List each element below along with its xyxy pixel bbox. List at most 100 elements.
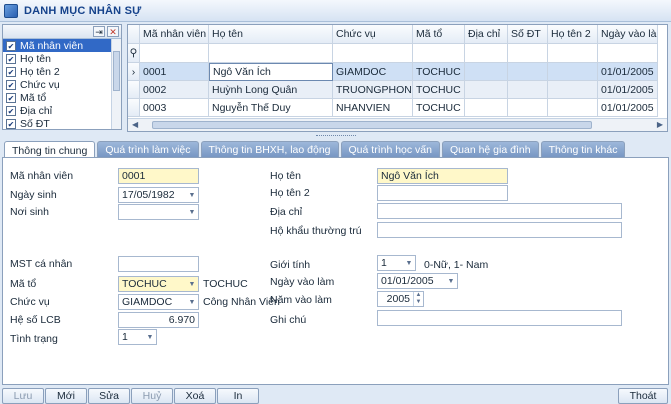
gioi-tinh-field[interactable]: 1 ▼ xyxy=(377,255,416,271)
grid-cell[interactable]: 0002 xyxy=(140,81,209,99)
grid-cell[interactable]: 0003 xyxy=(140,99,209,117)
tab-2[interactable]: Thông tin BHXH, lao động xyxy=(200,141,339,158)
tab-5[interactable]: Thông tin khác xyxy=(540,141,626,158)
checkbox-icon[interactable]: ✔ xyxy=(6,66,16,77)
close-icon[interactable]: ✕ xyxy=(107,26,119,37)
tab-1[interactable]: Quá trình làm việc xyxy=(97,141,199,158)
checkbox-icon[interactable]: ✔ xyxy=(6,40,16,51)
grid-cell[interactable] xyxy=(465,81,508,99)
grid-cell[interactable]: NHANVIEN xyxy=(333,99,413,117)
column-chooser-item[interactable]: ✔ Địa chỉ xyxy=(3,104,121,117)
chevron-down-icon[interactable]: ▼ xyxy=(186,188,198,202)
column-chooser-item[interactable]: ✔ Chức vụ xyxy=(3,78,121,91)
tab-3[interactable]: Quá trình học vấn xyxy=(340,141,440,158)
filter-cell[interactable] xyxy=(209,44,333,63)
grid-header-row[interactable]: Mã nhân viên Họ tên Chức vụ Mã tổ Địa chỉ Số … xyxy=(128,25,658,44)
column-chooser-item[interactable]: ✔ Họ tên 2 xyxy=(3,65,121,78)
grid-horizontal-scrollbar[interactable]: ◀ ▶ xyxy=(128,118,667,131)
chevron-down-icon[interactable]: ▼ xyxy=(186,277,198,291)
new-button[interactable]: Mới xyxy=(45,388,87,404)
filter-cell[interactable] xyxy=(508,44,548,63)
column-header[interactable]: Họ tên 2 xyxy=(548,25,598,44)
grid-cell[interactable]: TOCHUC xyxy=(413,81,465,99)
scroll-thumb[interactable] xyxy=(152,121,592,129)
save-button[interactable]: Lưu xyxy=(2,388,44,404)
grid-cell[interactable]: 01/01/2005 xyxy=(598,81,658,99)
checkbox-icon[interactable]: ✔ xyxy=(6,118,16,129)
column-chooser-scrollbar[interactable] xyxy=(111,39,121,129)
delete-button[interactable]: Xoá xyxy=(174,388,216,404)
column-header[interactable]: Họ tên xyxy=(209,25,333,44)
column-header[interactable]: Số ĐT xyxy=(508,25,548,44)
tab-4[interactable]: Quan hệ gia đình xyxy=(441,141,539,158)
grid-cell[interactable] xyxy=(548,81,598,99)
ho-khau-field[interactable] xyxy=(377,222,622,238)
table-row[interactable]: 0003 Nguyễn Thế Duy NHANVIEN TOCHUC 01/01/20… xyxy=(128,99,658,117)
grid-cell[interactable]: TOCHUC xyxy=(413,99,465,117)
column-header[interactable]: Mã nhân viên xyxy=(140,25,209,44)
filter-cell[interactable] xyxy=(598,44,658,63)
column-header[interactable]: Mã tổ xyxy=(413,25,465,44)
grid-cell[interactable] xyxy=(548,63,598,81)
checkbox-icon[interactable]: ✔ xyxy=(6,92,16,103)
dock-icon[interactable]: ⇥ xyxy=(93,26,105,37)
chuc-vu-field[interactable]: GIAMDOC ▼ xyxy=(118,294,199,310)
column-chooser-item[interactable]: ✔ Họ tên xyxy=(3,52,121,65)
ma-nhan-vien-field[interactable]: 0001 xyxy=(118,168,199,184)
ngay-sinh-field[interactable]: 17/05/1982 ▼ xyxy=(118,187,199,203)
table-row[interactable]: 0002 Huỳnh Long Quân TRUONGPHONG TOCHUC 01/0… xyxy=(128,81,658,99)
ngay-vao-lam-field[interactable]: 01/01/2005 ▼ xyxy=(377,273,458,289)
exit-button[interactable]: Thoát xyxy=(618,388,668,404)
scroll-left-icon[interactable]: ◀ xyxy=(132,120,138,129)
grid-cell[interactable]: Nguyễn Thế Duy xyxy=(209,99,333,117)
grid-cell[interactable] xyxy=(508,81,548,99)
grid-cell[interactable] xyxy=(548,99,598,117)
he-so-field[interactable]: 6.970 xyxy=(118,312,199,328)
filter-cell[interactable] xyxy=(413,44,465,63)
column-chooser-item[interactable]: ✔ Số ĐT xyxy=(3,117,121,130)
spin-icon[interactable]: ▲ ▼ xyxy=(413,292,423,306)
grid-cell[interactable] xyxy=(508,99,548,117)
column-header[interactable]: Chức vụ xyxy=(333,25,413,44)
dia-chi-field[interactable] xyxy=(377,203,622,219)
filter-cell[interactable] xyxy=(140,44,209,63)
grid-cell[interactable]: 01/01/2005 xyxy=(598,99,658,117)
checkbox-icon[interactable]: ✔ xyxy=(6,53,16,64)
cancel-button[interactable]: Huỷ xyxy=(131,388,173,404)
grid-cell[interactable]: Ngô Văn Ích xyxy=(209,63,333,81)
chevron-down-icon[interactable]: ▼ xyxy=(186,205,198,219)
chevron-down-icon[interactable]: ▼ xyxy=(144,330,156,344)
column-chooser-item[interactable]: ✔ Mã nhân viên xyxy=(3,39,121,52)
filter-cell[interactable] xyxy=(548,44,598,63)
grid-cell[interactable]: TOCHUC xyxy=(413,63,465,81)
checkbox-icon[interactable]: ✔ xyxy=(6,105,16,116)
splitter-handle[interactable] xyxy=(0,133,671,138)
grid-cell[interactable] xyxy=(508,63,548,81)
grid-cell[interactable] xyxy=(465,99,508,117)
column-header[interactable]: Ngày vào làm xyxy=(598,25,658,44)
grid-cell[interactable]: Huỳnh Long Quân xyxy=(209,81,333,99)
chevron-down-icon[interactable]: ▼ xyxy=(403,256,415,270)
nam-vao-lam-field[interactable]: 2005 ▲ ▼ xyxy=(377,291,424,307)
grid-cell[interactable]: GIAMDOC xyxy=(333,63,413,81)
grid-cell[interactable]: 0001 xyxy=(140,63,209,81)
ma-to-field[interactable]: TOCHUC ▼ xyxy=(118,276,199,292)
table-row[interactable]: › 0001 Ngô Văn Ích GIAMDOC TOCHUC 01/01/2005 xyxy=(128,63,658,81)
ho-ten-field[interactable]: Ngô Văn Ích xyxy=(377,168,508,184)
edit-button[interactable]: Sửa xyxy=(88,388,130,404)
chevron-down-icon[interactable]: ▼ xyxy=(186,295,198,309)
column-header[interactable]: Địa chỉ xyxy=(465,25,508,44)
filter-cell[interactable] xyxy=(465,44,508,63)
column-chooser-item[interactable]: ✔ Mã tổ xyxy=(3,91,121,104)
grid-cell[interactable] xyxy=(465,63,508,81)
checkbox-icon[interactable]: ✔ xyxy=(6,79,16,90)
print-button[interactable]: In xyxy=(217,388,259,404)
noi-sinh-field[interactable]: ▼ xyxy=(118,204,199,220)
grid-filter-row[interactable]: ⚲ xyxy=(128,44,658,63)
tinh-trang-field[interactable]: 1 ▼ xyxy=(118,329,157,345)
chevron-down-icon[interactable]: ▼ xyxy=(445,274,457,288)
grid-cell[interactable]: 01/01/2005 xyxy=(598,63,658,81)
ghi-chu-field[interactable] xyxy=(377,310,622,326)
mst-field[interactable] xyxy=(118,256,199,272)
grid-cell[interactable]: TRUONGPHONG xyxy=(333,81,413,99)
